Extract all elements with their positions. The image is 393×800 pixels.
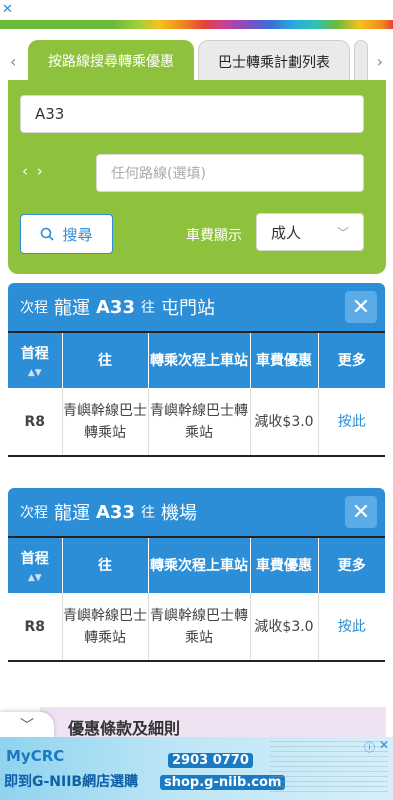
col-header-first-route[interactable]: 首程 ▲▼: [8, 536, 62, 593]
sort-icon[interactable]: ▲▼: [8, 573, 62, 583]
chevron-down-icon: ﹀: [336, 225, 349, 240]
tab-overflow[interactable]: [354, 40, 368, 82]
search-panel: A33 ‹ › 任何路線(選填) 搜尋 車費顯示 成人 ﹀: [8, 80, 386, 274]
cell-board-stop: 青嶼幹線巴士轉乘站: [147, 388, 250, 457]
col-header-discount: 車費優惠: [249, 536, 318, 593]
cell-discount: 減收$3.0: [249, 388, 318, 457]
swap-icon[interactable]: ‹ ›: [22, 162, 45, 180]
result-towards: 往: [140, 505, 155, 521]
result-table: 首程 ▲▼ 往 轉乘次程上車站 車費優惠 更多 R8 青嶼幹線巴士轉乘站 青嶼幹線…: [8, 331, 385, 457]
page: ✕ ‹ 按路線搜尋轉乘優惠 巴士轉乘計劃列表 › A33 ‹ › 任何路線(選填…: [0, 0, 393, 800]
search-icon: [41, 227, 55, 241]
col-header-more: 更多: [317, 331, 385, 388]
result-card: 次程 龍運 A33 往 機場 ✕ 首程 ▲▼ 往 轉乘次程上車站 車費優惠 更多 …: [8, 488, 385, 662]
tabs-row: ‹ 按路線搜尋轉乘優惠 巴士轉乘計劃列表 ›: [0, 40, 393, 82]
fare-select[interactable]: 成人 ﹀: [256, 213, 364, 251]
table-row: R8 青嶼幹線巴士轉乘站 青嶼幹線巴士轉乘站 減收$3.0 按此: [8, 593, 385, 662]
ad-banner-bar-left: [0, 20, 115, 29]
result-card-header: 次程 龍運 A33 往 機場 ✕: [8, 488, 385, 536]
top-ad-strip[interactable]: ✕: [0, 0, 393, 32]
col-header-board-stop: 轉乘次程上車站: [147, 331, 250, 388]
cell-first-towards: 青嶼幹線巴士轉乘站: [61, 388, 148, 457]
ad-phone: 2903 0770: [168, 753, 253, 768]
tab-prev-icon[interactable]: ‹: [10, 52, 16, 71]
ad-info-icon[interactable]: ⓘ: [364, 739, 375, 755]
fare-select-value: 成人: [271, 223, 302, 242]
result-prefix: 次程: [20, 505, 48, 521]
cell-board-stop: 青嶼幹線巴士轉乘站: [147, 593, 250, 662]
search-button[interactable]: 搜尋: [20, 214, 113, 254]
result-towards: 往: [140, 300, 155, 316]
col-header-towards: 往: [61, 536, 148, 593]
ad-site: shop.g-niib.com: [160, 775, 286, 790]
fare-display-label: 車費顯示: [186, 228, 242, 244]
table-row: R8 青嶼幹線巴士轉乘站 青嶼幹線巴士轉乘站 減收$3.0 按此: [8, 388, 385, 457]
more-link[interactable]: 按此: [317, 388, 385, 457]
result-operator: 龍運: [54, 298, 90, 319]
result-route: A33: [96, 501, 135, 523]
sort-icon[interactable]: ▲▼: [8, 368, 62, 378]
result-prefix: 次程: [20, 300, 48, 316]
col-header-first-route[interactable]: 首程 ▲▼: [8, 331, 62, 388]
result-destination: 機場: [160, 503, 197, 524]
ad-close-icon[interactable]: ✕: [2, 2, 13, 17]
result-destination: 屯門站: [160, 298, 215, 319]
close-icon[interactable]: ✕: [345, 291, 377, 323]
ad-brand: MyCRC: [6, 747, 65, 765]
cell-discount: 減收$3.0: [249, 593, 318, 662]
cell-first-route: R8: [8, 593, 62, 662]
col-header-more: 更多: [317, 536, 385, 593]
route-input[interactable]: A33: [20, 95, 364, 133]
result-operator: 龍運: [54, 503, 90, 524]
tab-search-by-route[interactable]: 按路線搜尋轉乘優惠: [28, 40, 194, 82]
cell-first-route: R8: [8, 388, 62, 457]
ad-slogan: 即到G-NIIB網店選購: [4, 774, 139, 790]
tab-transfer-scheme-list[interactable]: 巴士轉乘計劃列表: [198, 40, 350, 82]
tab-next-icon[interactable]: ›: [377, 52, 383, 71]
col-header-towards: 往: [61, 331, 148, 388]
result-route: A33: [96, 296, 135, 318]
close-icon[interactable]: ✕: [345, 496, 377, 528]
more-link[interactable]: 按此: [317, 593, 385, 662]
col-header-board-stop: 轉乘次程上車站: [147, 536, 250, 593]
col-header-discount: 車費優惠: [249, 331, 318, 388]
search-button-label: 搜尋: [62, 225, 93, 244]
second-route-input[interactable]: 任何路線(選填): [96, 154, 364, 192]
bottom-ad-banner[interactable]: MyCRC 即到G-NIIB網店選購 2903 0770 shop.g-niib…: [0, 737, 393, 800]
result-card: 次程 龍運 A33 往 屯門站 ✕ 首程 ▲▼ 往 轉乘次程上車站 車費優惠 更多…: [8, 283, 385, 457]
ad-banner-bar: [115, 20, 393, 29]
ad-close-icon[interactable]: ✕: [379, 738, 389, 752]
cell-first-towards: 青嶼幹線巴士轉乘站: [61, 593, 148, 662]
result-card-header: 次程 龍運 A33 往 屯門站 ✕: [8, 283, 385, 331]
result-table: 首程 ▲▼ 往 轉乘次程上車站 車費優惠 更多 R8 青嶼幹線巴士轉乘站 青嶼幹線…: [8, 536, 385, 662]
collapse-ad-icon[interactable]: ﹀: [0, 712, 54, 738]
